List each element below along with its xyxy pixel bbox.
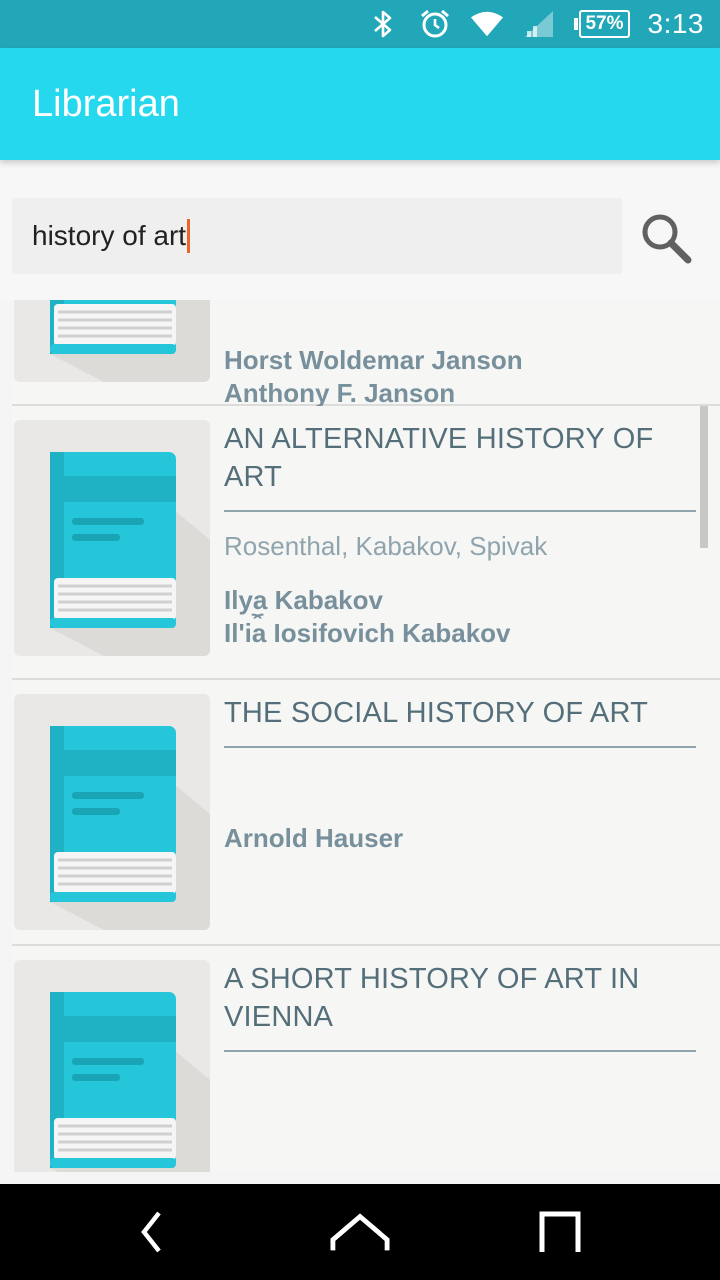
back-icon bbox=[141, 1211, 161, 1253]
text-caret bbox=[187, 219, 191, 253]
bluetooth-icon bbox=[366, 7, 400, 41]
book-icon bbox=[50, 300, 210, 382]
book-subtitle: Rosenthal, Kabakov, Spivak bbox=[224, 531, 548, 561]
search-button[interactable] bbox=[636, 208, 696, 268]
status-bar: 57% 3:13 bbox=[0, 0, 720, 48]
book-cover bbox=[14, 960, 210, 1172]
results-list[interactable]: Horst Woldemar Janson Anthony F. Janson bbox=[0, 300, 720, 1172]
book-author: Ilʹi︠a︡ Iosifovich Kabakov bbox=[224, 618, 511, 648]
recents-icon bbox=[539, 1211, 581, 1252]
book-item[interactable]: THE SOCIAL HISTORY OF ART Arnold Hauser bbox=[12, 680, 720, 946]
back-button[interactable] bbox=[122, 1206, 182, 1258]
cell-signal-icon bbox=[522, 7, 556, 41]
book-info: THE SOCIAL HISTORY OF ART bbox=[224, 694, 696, 766]
book-author: Ilya Kabakov bbox=[224, 585, 383, 615]
home-button[interactable] bbox=[330, 1206, 390, 1258]
app-title: Librarian bbox=[32, 82, 180, 125]
search-input[interactable]: history of art bbox=[12, 198, 622, 274]
alarm-icon bbox=[418, 7, 452, 41]
book-cover bbox=[14, 694, 210, 930]
battery-tip bbox=[574, 18, 579, 30]
book-authors: Ilya Kabakov Ilʹi︠a︡ Iosifovich Kabakov bbox=[224, 584, 696, 650]
book-title: A SHORT HISTORY OF ART IN VIENNA bbox=[224, 960, 696, 1052]
book-cover bbox=[14, 420, 210, 656]
navigation-bar bbox=[0, 1184, 720, 1280]
home-icon bbox=[330, 1213, 390, 1251]
app-bar: Librarian bbox=[0, 48, 720, 160]
recents-button[interactable] bbox=[530, 1206, 590, 1258]
search-input-value: history of art bbox=[32, 220, 187, 251]
search-row: history of art bbox=[0, 160, 720, 300]
book-icon bbox=[50, 452, 210, 656]
wifi-icon bbox=[470, 7, 504, 41]
book-authors: Horst Woldemar Janson Anthony F. Janson bbox=[224, 344, 696, 410]
book-authors: Arnold Hauser bbox=[224, 822, 696, 855]
list-scrollbar[interactable] bbox=[700, 406, 708, 548]
book-title: THE SOCIAL HISTORY OF ART bbox=[224, 694, 696, 748]
book-info: AN ALTERNATIVE HISTORY OF ART Rosenthal,… bbox=[224, 420, 696, 562]
book-icon bbox=[50, 992, 210, 1172]
battery-level: 57% bbox=[579, 10, 630, 38]
book-title: AN ALTERNATIVE HISTORY OF ART bbox=[224, 420, 696, 512]
results-list-content: Horst Woldemar Janson Anthony F. Janson bbox=[0, 300, 720, 1172]
book-author: Horst Woldemar Janson bbox=[224, 345, 523, 375]
book-item[interactable]: Horst Woldemar Janson Anthony F. Janson bbox=[12, 300, 720, 408]
book-info: A SHORT HISTORY OF ART IN VIENNA bbox=[224, 960, 696, 1070]
book-cover bbox=[14, 300, 210, 382]
book-item[interactable]: AN ALTERNATIVE HISTORY OF ART Rosenthal,… bbox=[12, 406, 720, 680]
book-author: Arnold Hauser bbox=[224, 823, 404, 853]
book-icon bbox=[50, 726, 210, 930]
search-icon bbox=[642, 214, 692, 264]
book-item[interactable]: A SHORT HISTORY OF ART IN VIENNA bbox=[12, 946, 720, 1172]
clock: 3:13 bbox=[647, 8, 704, 39]
battery-indicator: 57% bbox=[574, 10, 630, 38]
